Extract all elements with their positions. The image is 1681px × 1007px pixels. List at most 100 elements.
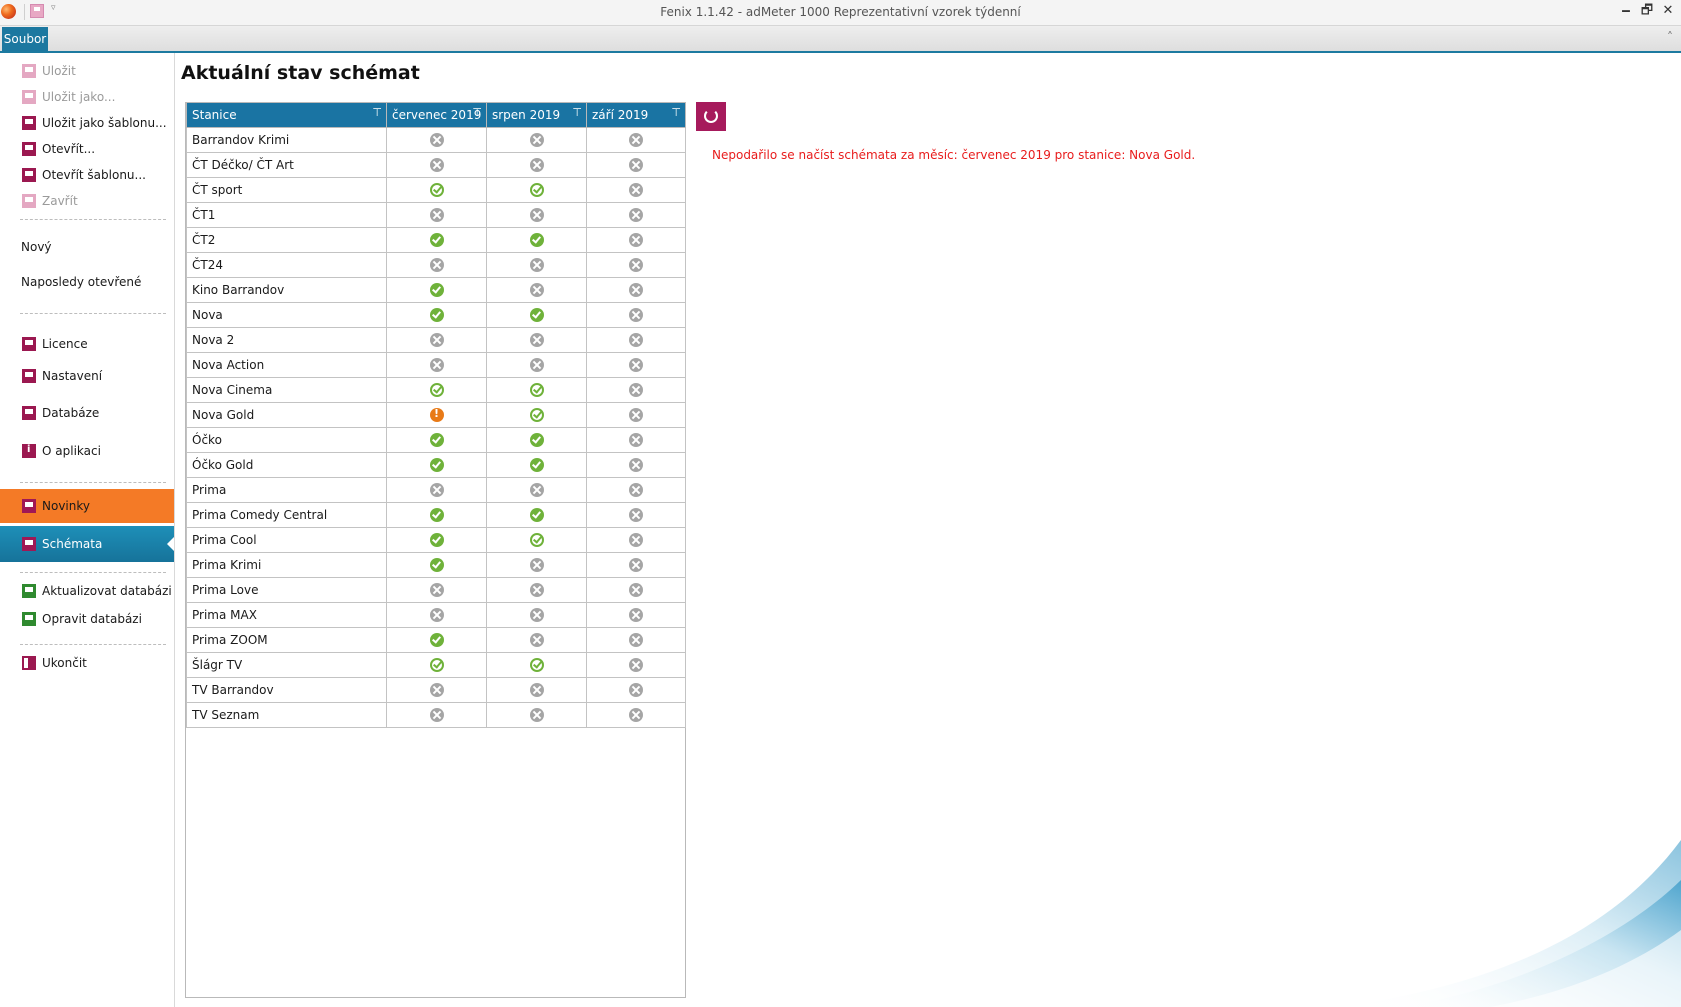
save-as-icon [22,90,36,104]
filter-icon[interactable]: ⊤ [671,106,681,119]
menu-news-label: Novinky [42,499,90,513]
column-header-month[interactable]: červenec 2019 ⊤ [386,103,487,128]
menu-schemas-label: Schémata [42,537,103,551]
station-cell: Kino Barrandov [186,276,387,303]
table-row[interactable]: Kino Barrandov [186,276,686,303]
x-circle-icon [529,682,544,697]
status-cell [486,126,587,153]
menu-close-label: Zavřít [42,194,78,208]
table-row[interactable]: Prima ZOOM [186,626,686,653]
table-row[interactable]: Nova Cinema [186,376,686,403]
status-cell [386,376,487,403]
status-cell [486,701,587,728]
table-row[interactable]: Óčko Gold [186,451,686,478]
menu-open[interactable]: Otevřít... [0,136,174,162]
status-cell [386,451,487,478]
column-header-station[interactable]: Stanice ⊤ [186,103,387,128]
table-row[interactable]: Nova Action [186,351,686,378]
menu-exit[interactable]: Ukončit [0,650,174,676]
table-row[interactable]: Šlágr TV [186,651,686,678]
table-row[interactable]: Prima MAX [186,601,686,628]
menu-close[interactable]: Zavřít [0,188,174,214]
table-row[interactable]: Prima Krimi [186,551,686,578]
table-row[interactable]: Prima [186,476,686,503]
grid-body: Barrandov Krimi ČT Déčko/ ČT Art ČT sport Č… [186,126,686,728]
table-row[interactable]: ČT sport [186,176,686,203]
x-circle-icon [529,157,544,172]
menu-update-database[interactable]: Aktualizovat databázi [0,578,174,604]
close-button[interactable]: ✕ [1659,1,1677,21]
status-cell [386,626,487,653]
menu-save[interactable]: Uložit [0,58,174,84]
menu-about-label: O aplikaci [42,444,101,458]
table-row[interactable]: Nova 2 [186,326,686,353]
table-row[interactable]: Nova Gold [186,401,686,428]
menu-database-label: Databáze [42,406,100,420]
check-circle-icon [429,557,444,572]
status-cell [386,676,487,703]
minimize-button[interactable]: 🗕 [1617,1,1635,21]
station-cell: TV Seznam [186,701,387,728]
menu-settings[interactable]: Nastavení [0,363,174,389]
ribbon-collapse-icon[interactable]: ˄ [1667,30,1673,44]
table-row[interactable]: Nova [186,301,686,328]
open-icon [22,142,36,156]
restore-button[interactable]: 🗗 [1638,1,1656,21]
check-circle-icon [429,432,444,447]
status-cell [386,176,487,203]
menu-exit-label: Ukončit [42,656,87,670]
menu-save-as-template-label: Uložit jako šablonu... [42,116,167,130]
table-row[interactable]: ČT Déčko/ ČT Art [186,151,686,178]
menu-save-as[interactable]: Uložit jako... [0,84,174,110]
filter-icon[interactable]: ⊤ [372,106,382,119]
title-bar: ▿ Fenix 1.1.42 - adMeter 1000 Reprezenta… [0,0,1681,26]
status-cell [386,326,487,353]
x-circle-icon [529,632,544,647]
menu-news[interactable]: Novinky [0,489,174,523]
filter-icon[interactable]: ⊤ [472,106,482,119]
x-circle-icon [429,207,444,222]
table-row[interactable]: TV Seznam [186,701,686,728]
menu-license[interactable]: Licence [0,331,174,357]
status-cell [486,676,587,703]
status-cell [486,601,587,628]
menu-schemas[interactable]: Schémata [0,526,174,562]
table-row[interactable]: ČT1 [186,201,686,228]
status-cell [386,701,487,728]
column-header-month[interactable]: srpen 2019 ⊤ [486,103,587,128]
refresh-icon [704,109,718,123]
table-row[interactable]: Barrandov Krimi [186,126,686,153]
menu-new[interactable]: Nový [0,234,174,260]
x-circle-icon [629,407,643,422]
filter-icon[interactable]: ⊤ [572,106,582,119]
menu-repair-database[interactable]: Opravit databázi [0,606,174,632]
exit-icon [22,656,36,670]
x-circle-icon [429,682,444,697]
news-icon [22,499,36,513]
x-circle-icon [429,332,444,347]
status-cell [586,526,686,553]
status-cell [586,676,686,703]
table-row[interactable]: ČT24 [186,251,686,278]
column-header-month[interactable]: září 2019 ⊤ [586,103,686,128]
menu-recent[interactable]: Naposledy otevřené [0,269,174,295]
menu-about[interactable]: O aplikaci [0,438,174,464]
menu-database[interactable]: Databáze [0,400,174,426]
menu-open-template[interactable]: Otevřít šablonu... [0,162,174,188]
station-cell: ČT1 [186,201,387,228]
window-title: Fenix 1.1.42 - adMeter 1000 Reprezentati… [660,5,1021,19]
table-row[interactable]: Prima Comedy Central [186,501,686,528]
menu-save-as-template[interactable]: Uložit jako šablonu... [0,110,174,136]
refresh-button[interactable] [696,102,726,131]
status-cell [386,301,487,328]
station-cell: Prima Comedy Central [186,501,387,528]
x-circle-icon [429,582,444,597]
status-cell [486,351,587,378]
table-row[interactable]: Óčko [186,426,686,453]
table-row[interactable]: Prima Love [186,576,686,603]
table-row[interactable]: Prima Cool [186,526,686,553]
tab-soubor[interactable]: Soubor [2,27,48,51]
x-circle-icon [629,282,643,297]
table-row[interactable]: ČT2 [186,226,686,253]
table-row[interactable]: TV Barrandov [186,676,686,703]
